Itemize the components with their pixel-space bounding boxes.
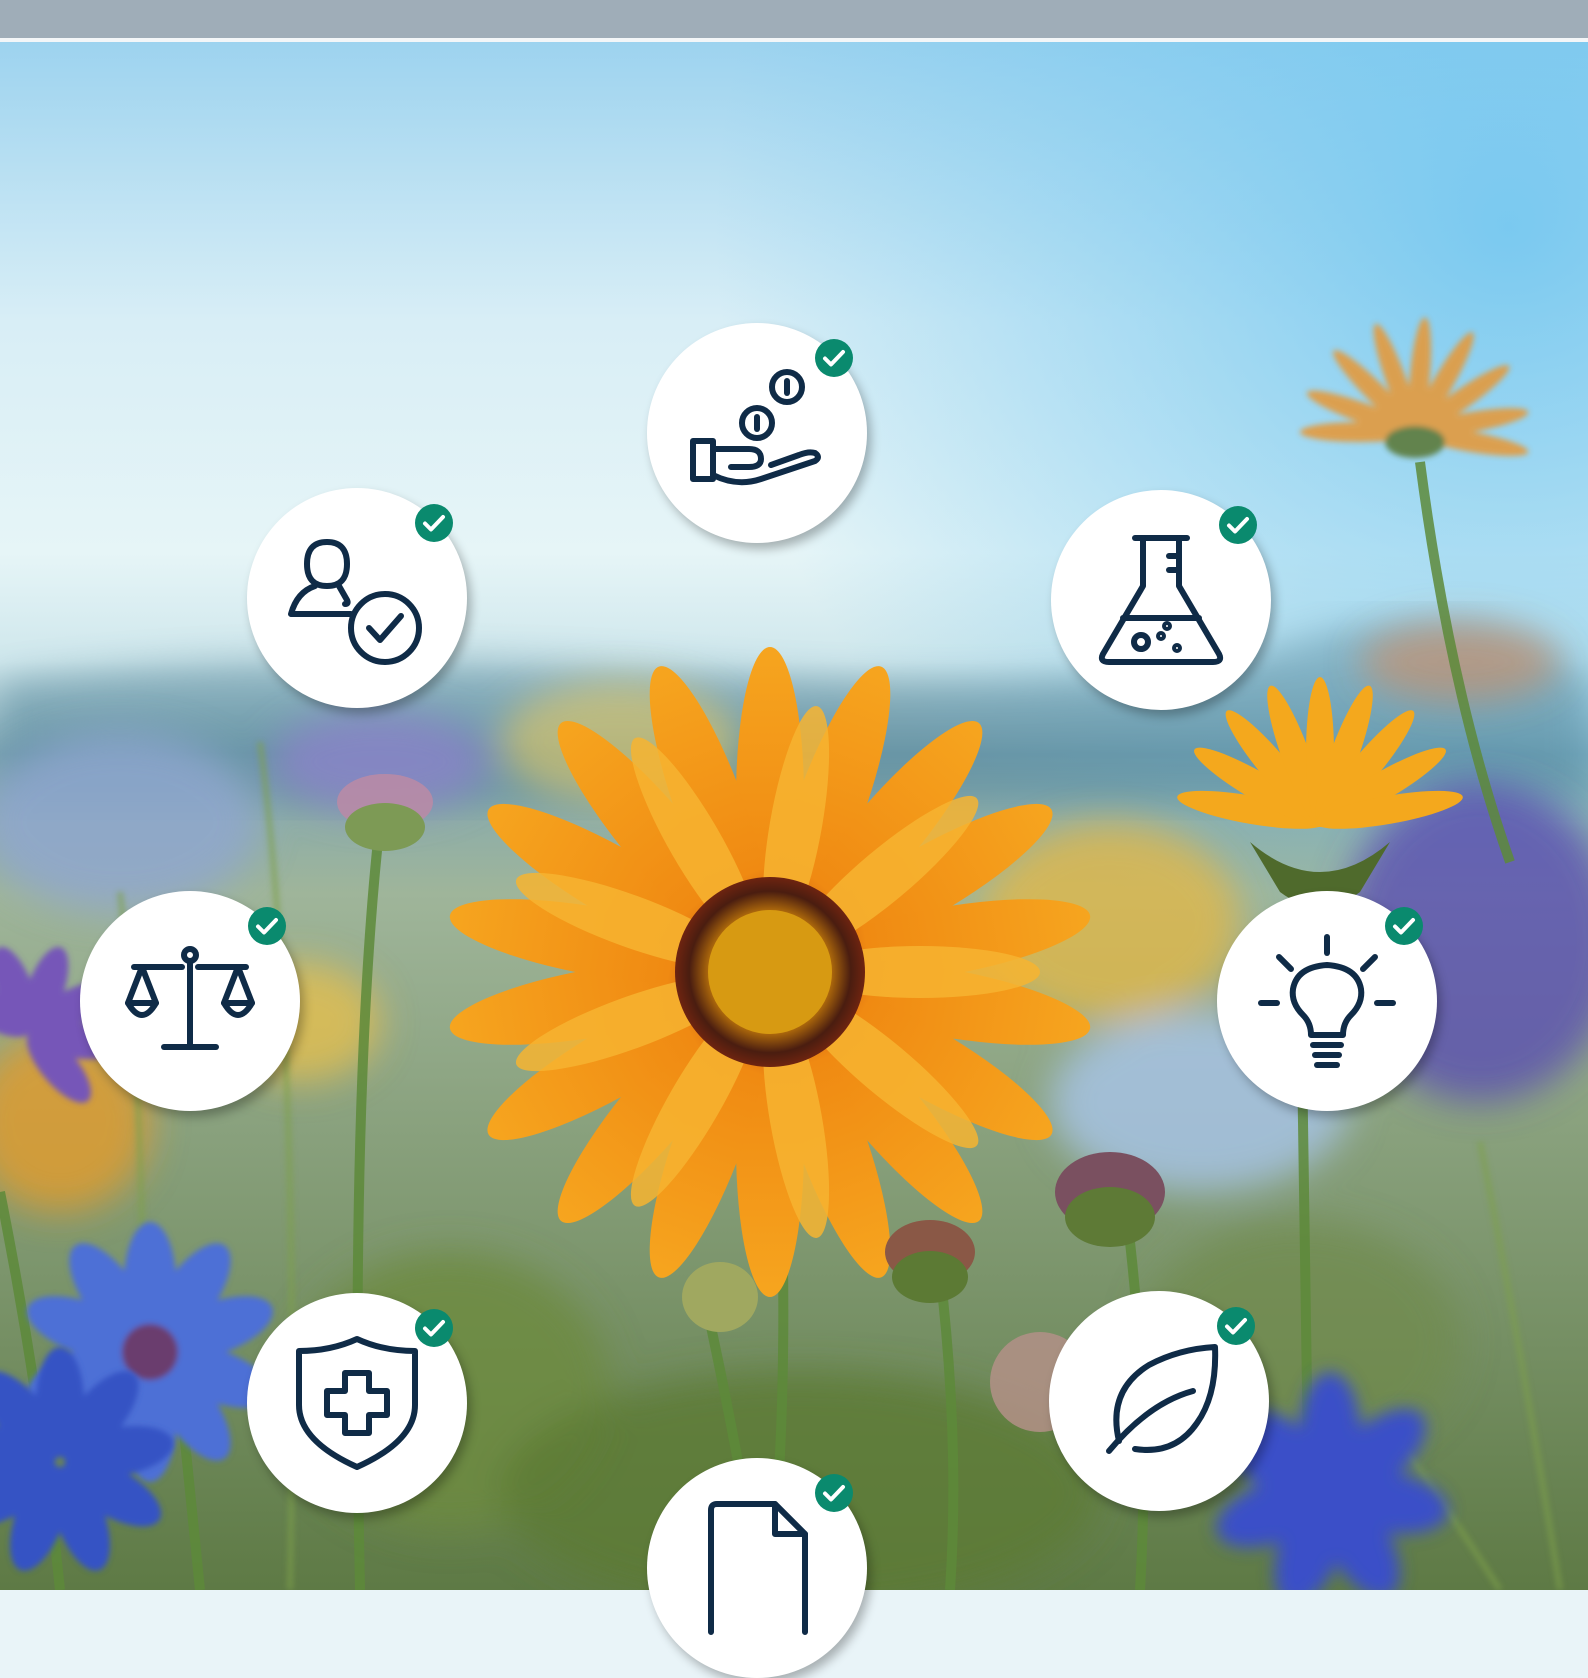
document-badge[interactable] — [647, 1458, 867, 1678]
flower-meadow-background — [0, 42, 1588, 1590]
leaf-icon — [1089, 1331, 1229, 1471]
flask-badge[interactable] — [1051, 490, 1271, 710]
leaf-badge[interactable] — [1049, 1291, 1269, 1511]
scales-badge[interactable] — [80, 891, 300, 1111]
check-badge-icon — [1385, 907, 1423, 945]
lightbulb-badge[interactable] — [1217, 891, 1437, 1111]
check-badge-icon — [415, 1309, 453, 1347]
check-badge-icon — [248, 907, 286, 945]
top-bar — [0, 0, 1588, 42]
user-check-badge[interactable] — [247, 488, 467, 708]
check-badge-icon — [1217, 1307, 1255, 1345]
user-check-icon — [287, 528, 427, 668]
check-badge-icon — [815, 1474, 853, 1512]
shield-plus-badge[interactable] — [247, 1293, 467, 1513]
hand-coins-badge[interactable] — [647, 323, 867, 543]
check-badge-icon — [415, 504, 453, 542]
hand-coins-icon — [687, 363, 827, 503]
check-badge-icon — [1219, 506, 1257, 544]
scales-icon — [120, 931, 260, 1071]
check-badge-icon — [815, 339, 853, 377]
flask-icon — [1091, 530, 1231, 670]
document-icon — [687, 1498, 827, 1638]
lightbulb-icon — [1257, 931, 1397, 1071]
shield-plus-icon — [287, 1333, 427, 1473]
